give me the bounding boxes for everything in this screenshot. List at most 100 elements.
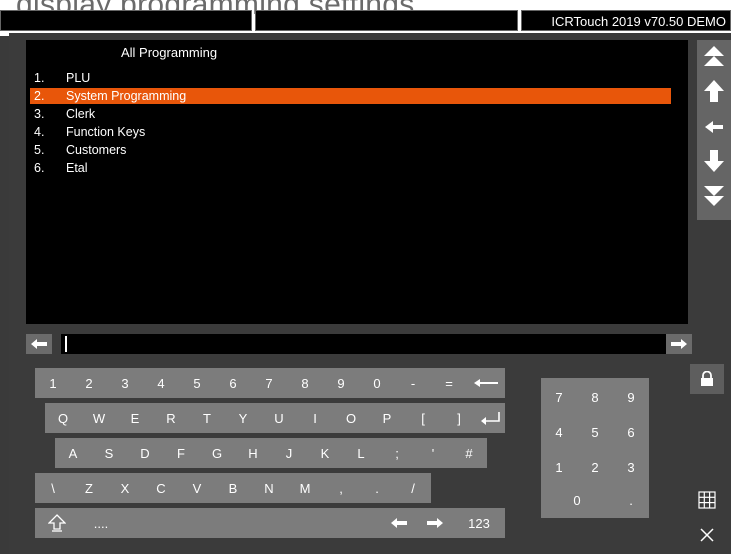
key-comma[interactable]: , [323,473,359,503]
key-y[interactable]: Y [225,403,261,433]
key-semicolon[interactable]: ; [379,438,415,468]
status-bar: ICRTouch 2019 v70.50 DEMO [0,10,731,32]
key-2[interactable]: 2 [71,368,107,398]
list-item-function-keys[interactable]: 4. Function Keys [30,124,671,140]
numpad-key-0[interactable]: 0 [541,483,613,518]
list-item-customers[interactable]: 5. Customers [30,142,671,158]
key-period[interactable]: . [359,473,395,503]
list-item-label: Etal [66,161,88,175]
key-q[interactable]: Q [45,403,81,433]
key-i[interactable]: I [297,403,333,433]
key-left-bracket[interactable]: [ [405,403,441,433]
scroll-down-button[interactable] [697,148,731,182]
key-x[interactable]: X [107,473,143,503]
key-0[interactable]: 0 [359,368,395,398]
numpad-key-4[interactable]: 4 [541,415,577,450]
key-backslash[interactable]: \ [35,473,71,503]
page-down-button[interactable] [697,182,731,216]
lock-button[interactable] [690,364,724,394]
key-s[interactable]: S [91,438,127,468]
numpad-key-9[interactable]: 9 [613,380,649,415]
key-o[interactable]: O [333,403,369,433]
back-button[interactable] [697,114,731,148]
numpad-key-1[interactable]: 1 [541,450,577,485]
key-b[interactable]: B [215,473,251,503]
version-label: ICRTouch 2019 v70.50 DEMO [551,14,726,29]
list-item-label: System Programming [66,89,187,103]
backspace-icon [474,379,498,387]
list-item-plu[interactable]: 1. PLU [30,70,671,86]
numpad-key-5[interactable]: 5 [577,415,613,450]
programming-list: All Programming 1. PLU 2. System Program… [26,40,688,324]
key-4[interactable]: 4 [143,368,179,398]
enter-key[interactable] [477,403,505,433]
list-item-etal[interactable]: 6. Etal [30,160,671,176]
key-k[interactable]: K [307,438,343,468]
numpad-key-2[interactable]: 2 [577,450,613,485]
key-slash[interactable]: / [395,473,431,503]
key-v[interactable]: V [179,473,215,503]
scroll-up-button[interactable] [697,78,731,112]
numpad-key-7[interactable]: 7 [541,380,577,415]
key-h[interactable]: H [235,438,271,468]
key-8[interactable]: 8 [287,368,323,398]
key-m[interactable]: M [287,473,323,503]
list-item-system-programming[interactable]: 2. System Programming [30,88,671,104]
key-g[interactable]: G [199,438,235,468]
key-apostrophe[interactable]: ' [415,438,451,468]
key-hash[interactable]: # [451,438,487,468]
close-icon [700,528,714,542]
keyboard-layout-button[interactable] [690,485,724,515]
key-t[interactable]: T [189,403,225,433]
key-f[interactable]: F [163,438,199,468]
key-right-bracket[interactable]: ] [441,403,477,433]
key-w[interactable]: W [81,403,117,433]
text-caret [65,336,67,352]
text-input[interactable] [61,334,683,354]
space-key[interactable] [123,508,381,538]
list-item-number: 3. [34,107,45,121]
down-arrow-icon [704,150,724,172]
list-item-label: Clerk [66,107,96,121]
list-title: All Programming [121,45,218,60]
key-3[interactable]: 3 [107,368,143,398]
key-u[interactable]: U [261,403,297,433]
numpad-key-decimal[interactable]: . [613,483,649,518]
numpad-key-8[interactable]: 8 [577,380,613,415]
key-6[interactable]: 6 [215,368,251,398]
key-d[interactable]: D [127,438,163,468]
numpad-key-6[interactable]: 6 [613,415,649,450]
key-9[interactable]: 9 [323,368,359,398]
key-a[interactable]: A [55,438,91,468]
numpad-key-3[interactable]: 3 [613,450,649,485]
list-item-clerk[interactable]: 3. Clerk [30,106,671,122]
key-z[interactable]: Z [71,473,107,503]
key-1[interactable]: 1 [35,368,71,398]
key-e[interactable]: E [117,403,153,433]
key-7[interactable]: 7 [251,368,287,398]
key-p[interactable]: P [369,403,405,433]
shift-key[interactable] [35,508,79,538]
cursor-left-key[interactable] [381,508,417,538]
key-c[interactable]: C [143,473,179,503]
cursor-right-key[interactable] [417,508,453,538]
left-arrow-icon [391,518,407,528]
left-arrow-icon [31,339,47,349]
key-l[interactable]: L [343,438,379,468]
cursor-left-button[interactable] [26,334,52,354]
key-r[interactable]: R [153,403,189,433]
shift-icon [48,514,66,532]
right-arrow-icon [671,339,687,349]
backspace-key[interactable] [467,368,505,398]
cursor-right-button[interactable] [666,334,692,354]
key-equals[interactable]: = [431,368,467,398]
symbols-key[interactable]: .... [79,508,123,538]
key-j[interactable]: J [271,438,307,468]
close-keyboard-button[interactable] [690,520,724,550]
numeric-mode-key[interactable]: 123 [453,508,505,538]
status-segment-2 [255,10,518,31]
key-n[interactable]: N [251,473,287,503]
page-up-button[interactable] [697,44,731,78]
key-minus[interactable]: - [395,368,431,398]
key-5[interactable]: 5 [179,368,215,398]
